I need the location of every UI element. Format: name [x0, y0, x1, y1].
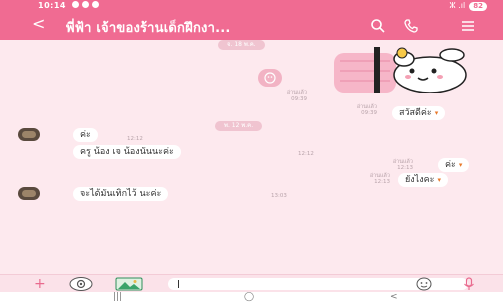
gallery-icon[interactable]: [115, 277, 143, 291]
battery-icon: 82: [469, 1, 487, 11]
message-text: ยังไงคะ: [405, 175, 435, 185]
camera-icon[interactable]: [68, 276, 94, 292]
message-text: ค่ะ: [445, 160, 456, 170]
notification-icon: [92, 1, 99, 8]
home-button[interactable]: ◯: [244, 291, 254, 303]
chat-header: < พี่ฟ้า เจ้าของร้านเด็กฝึกงา...: [0, 11, 503, 40]
status-right: ⵣ .ıl 82: [449, 0, 487, 11]
message-bubble-sent[interactable]: ค่ะ ▾: [438, 158, 470, 172]
message-bubble-received[interactable]: จะได้มันเทิกไว้ นะค่ะ: [73, 187, 169, 201]
message-text: สวัสดีค่ะ: [399, 108, 432, 118]
menu-icon[interactable]: [460, 18, 476, 34]
message-time: 12:12: [127, 136, 143, 142]
message-bubble-received[interactable]: ครู น้อง เจ น้องนันนะค่ะ: [73, 145, 181, 159]
chat-area[interactable]: จ. 18 พ.ค. อ่านแล้ว 09:39 อ่านแล้ว 09:39…: [0, 40, 503, 274]
message-time: 09:39: [291, 96, 307, 102]
cony-sticker[interactable]: [334, 47, 498, 93]
message-time: 12:13: [374, 179, 390, 185]
message-text: ค่ะ: [80, 130, 91, 140]
plus-button[interactable]: +: [34, 275, 46, 293]
message-input-bar: +: [0, 274, 503, 292]
back-nav-button[interactable]: <: [390, 291, 398, 303]
message-bubble-sent[interactable]: สวัสดีค่ะ ▾: [392, 106, 446, 120]
message-time: 12:12: [298, 151, 314, 157]
message-time: 13:03: [271, 193, 287, 199]
avatar[interactable]: [18, 128, 40, 141]
message-bubble-received[interactable]: ค่ะ: [73, 128, 98, 142]
recents-button[interactable]: |||: [113, 291, 122, 303]
message-time: 09:39: [361, 110, 377, 116]
notification-icon: [82, 1, 89, 8]
avatar[interactable]: [18, 187, 40, 200]
date-separator: จ. 18 พ.ค.: [218, 40, 265, 50]
status-time: 10:14: [38, 1, 66, 10]
message-text: ครู น้อง เจ น้องนันนะค่ะ: [80, 147, 174, 157]
carrot-emoji-icon: ▾: [458, 161, 463, 169]
emoji-icon[interactable]: [416, 277, 432, 291]
message-text: จะได้มันเทิกไว้ นะค่ะ: [80, 189, 162, 199]
notification-icons: [72, 1, 99, 8]
microphone-icon[interactable]: [463, 277, 475, 291]
carrot-emoji-icon: ▾: [434, 109, 439, 117]
system-nav-bar: ||| ◯ <: [0, 292, 503, 304]
chat-title[interactable]: พี่ฟ้า เจ้าของร้านเด็กฝึกงา...: [66, 17, 230, 38]
notification-icon: [72, 1, 79, 8]
back-button[interactable]: <: [32, 15, 45, 33]
message-time: 12:13: [397, 165, 413, 171]
text-caret: [178, 280, 179, 288]
message-bubble-sent[interactable]: ยังไงคะ ▾: [398, 173, 448, 187]
carrot-emoji-icon: ▾: [437, 176, 441, 184]
date-separator: พ. 12 พ.ค.: [215, 121, 263, 131]
sticker-face-icon: [264, 72, 276, 84]
search-icon[interactable]: [370, 18, 386, 34]
status-bar: 10:14 ⵣ .ıl 82: [0, 0, 503, 11]
phone-icon[interactable]: [403, 18, 419, 34]
signal-icon: ⵣ .ıl: [449, 1, 466, 10]
